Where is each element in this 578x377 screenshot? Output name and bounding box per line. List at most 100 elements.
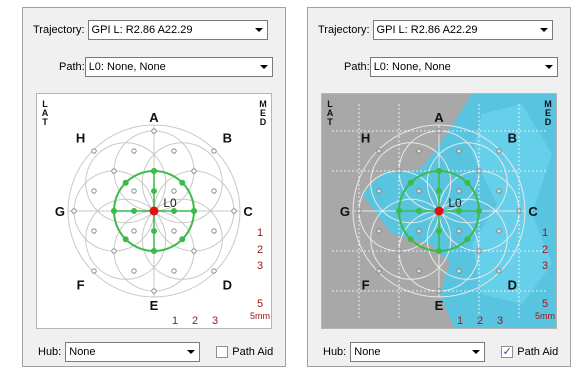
target-plot[interactable]: L0 A B C D E F G H L A T M E D 1 2 3 5 5mm 1 2 3 [321, 93, 557, 329]
chevron-down-icon[interactable] [259, 65, 268, 69]
grid-point[interactable] [231, 208, 237, 214]
chevron-down-icon[interactable] [254, 28, 263, 32]
trajectory-panel-left: Trajectory: GPI L: R2.86 A22.29 Path: L0… [22, 7, 286, 367]
path-aid-checkbox[interactable]: Path Aid [216, 346, 273, 358]
grid-point[interactable] [111, 168, 117, 174]
grid-point[interactable] [456, 148, 462, 154]
grid-point[interactable] [71, 208, 77, 214]
scale-label-bottom: 2 [477, 315, 483, 327]
grid-point[interactable] [516, 208, 522, 214]
ring-point[interactable] [151, 168, 157, 174]
grid-point[interactable] [476, 168, 482, 174]
grid-point[interactable] [376, 268, 382, 274]
hub-dropdown[interactable]: None [350, 342, 486, 362]
grid-point[interactable] [496, 188, 502, 194]
grid-point[interactable] [151, 288, 157, 294]
center-label: L0 [163, 196, 177, 210]
grid-point[interactable] [396, 248, 402, 254]
hub-dropdown[interactable]: None [65, 342, 201, 362]
grid-point[interactable] [211, 188, 217, 194]
ring-point[interactable] [476, 208, 482, 214]
ring-point[interactable] [464, 179, 471, 186]
compass-label-g: G [340, 204, 350, 219]
grid-point[interactable] [376, 188, 382, 194]
path-dropdown[interactable]: L0: None, None [84, 57, 273, 77]
path-label: Path: [59, 61, 85, 73]
ring-point[interactable] [179, 236, 186, 243]
grid-point[interactable] [171, 188, 177, 194]
grid-point[interactable] [416, 148, 422, 154]
path-dropdown[interactable]: L0: None, None [369, 57, 558, 77]
grid-point[interactable] [171, 148, 177, 154]
grid-point[interactable] [476, 248, 482, 254]
compass-label-d: D [223, 277, 232, 292]
compass-label-f: F [77, 277, 85, 292]
grid-point[interactable] [131, 188, 137, 194]
ring-point[interactable] [191, 208, 197, 214]
grid-point[interactable] [396, 168, 402, 174]
hub-value: None [354, 346, 381, 358]
grid-point[interactable] [191, 248, 197, 254]
scale-label-right: 5mm [250, 311, 270, 321]
grid-point[interactable] [416, 268, 422, 274]
grid-point[interactable] [376, 228, 382, 234]
trajectory-dropdown[interactable]: GPI L: R2.86 A22.29 [87, 20, 268, 40]
grid-point[interactable] [91, 268, 97, 274]
ring-point[interactable] [122, 179, 129, 186]
grid-point[interactable] [496, 148, 502, 154]
grid-point[interactable] [171, 268, 177, 274]
grid-point[interactable] [91, 228, 97, 234]
center-point[interactable] [434, 206, 444, 216]
target-plot-svg[interactable]: L0ABCDEFGHLATMED12355mm1 2 3 [37, 94, 271, 328]
grid-point[interactable] [416, 188, 422, 194]
scale-label-right: 5mm [535, 311, 555, 321]
grid-point[interactable] [496, 228, 502, 234]
grid-point[interactable] [456, 188, 462, 194]
grid-point[interactable] [211, 148, 217, 154]
chevron-down-icon[interactable] [472, 350, 481, 354]
chevron-down-icon[interactable] [187, 350, 196, 354]
grid-point[interactable] [436, 288, 442, 294]
grid-point[interactable] [211, 228, 217, 234]
checkbox-box[interactable] [216, 346, 229, 358]
grid-point[interactable] [111, 248, 117, 254]
lat-label: T [42, 117, 48, 127]
ring-point[interactable] [179, 179, 186, 186]
grid-point[interactable] [456, 228, 462, 234]
chevron-down-icon[interactable] [544, 65, 553, 69]
checkbox-box[interactable]: ✓ [501, 346, 514, 358]
ring-point[interactable] [111, 208, 117, 214]
grid-point[interactable] [356, 208, 362, 214]
path-aid-label: Path Aid [517, 346, 559, 358]
ring-point[interactable] [396, 208, 402, 214]
grid-point[interactable] [416, 228, 422, 234]
grid-point[interactable] [131, 228, 137, 234]
grid-point[interactable] [151, 128, 157, 134]
ring-point[interactable] [436, 248, 442, 254]
grid-point[interactable] [131, 268, 137, 274]
trajectory-label: Trajectory: [33, 24, 85, 36]
grid-point[interactable] [376, 148, 382, 154]
compass-label-a: A [149, 110, 159, 125]
ring-point[interactable] [464, 236, 471, 243]
grid-point[interactable] [91, 148, 97, 154]
grid-point[interactable] [436, 128, 442, 134]
grid-point[interactable] [131, 148, 137, 154]
grid-point[interactable] [171, 228, 177, 234]
path-aid-checkbox[interactable]: ✓ Path Aid [501, 346, 558, 358]
center-point[interactable] [149, 206, 159, 216]
ring-point[interactable] [151, 248, 157, 254]
ring-point[interactable] [436, 168, 442, 174]
target-plot-svg[interactable]: L0ABCDEFGHLATMED12355mm1 2 3 [322, 94, 556, 328]
grid-point[interactable] [496, 268, 502, 274]
ring-point[interactable] [407, 179, 414, 186]
ring-point[interactable] [407, 236, 414, 243]
chevron-down-icon[interactable] [539, 28, 548, 32]
ring-point[interactable] [122, 236, 129, 243]
trajectory-dropdown[interactable]: GPI L: R2.86 A22.29 [372, 20, 553, 40]
grid-point[interactable] [211, 268, 217, 274]
grid-point[interactable] [91, 188, 97, 194]
target-plot[interactable]: L0 A B C D E F G H L A T M E D 1 2 3 5 5mm 1 2 3 [36, 93, 272, 329]
grid-point[interactable] [191, 168, 197, 174]
grid-point[interactable] [456, 268, 462, 274]
